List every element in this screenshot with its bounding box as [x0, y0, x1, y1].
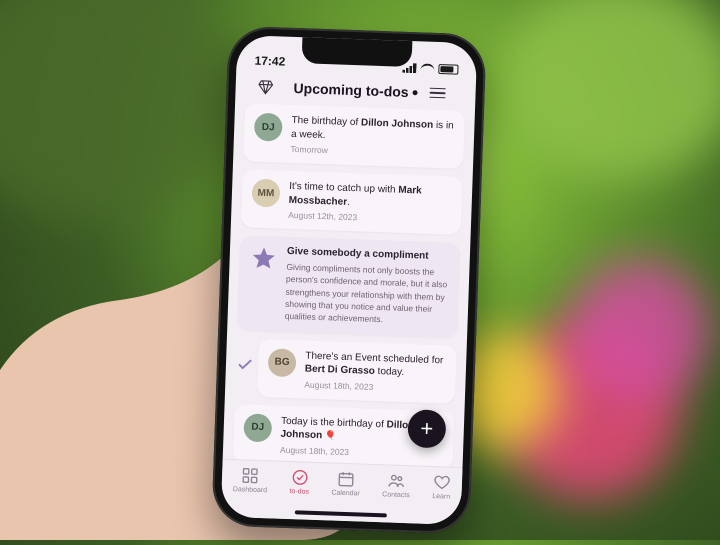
checkmark-icon[interactable]: [236, 355, 255, 379]
menu-icon[interactable]: [429, 87, 461, 99]
tab-contacts[interactable]: Contacts: [382, 471, 411, 499]
avatar: DJ: [243, 413, 272, 442]
plus-icon: +: [420, 416, 434, 442]
todo-card[interactable]: DJ The birthday of Dillon Johnson is in …: [243, 103, 465, 169]
tip-card[interactable]: Give somebody a compliment Giving compli…: [237, 235, 460, 337]
todo-card[interactable]: MM It's time to catch up with Mark Mossb…: [241, 169, 463, 235]
premium-icon[interactable]: [249, 77, 282, 96]
todo-date: Tomorrow: [290, 144, 453, 160]
tip-text: Giving compliments not only boosts the p…: [284, 261, 449, 328]
todo-date: August 12th, 2023: [288, 210, 451, 226]
todo-card[interactable]: BG There's an Event scheduled for Bert D…: [257, 338, 457, 403]
todo-text: It's time to catch up with Mark Mossbach…: [289, 180, 453, 213]
todo-text: The birthday of Dillon Johnson is in a w…: [291, 114, 455, 147]
title-indicator-dot: [413, 90, 418, 95]
cellular-icon: [402, 63, 416, 73]
contacts-icon: [387, 471, 406, 490]
tab-todos[interactable]: to-dos: [289, 468, 309, 496]
wifi-icon: [420, 63, 434, 73]
todo-date: August 18th, 2023: [280, 444, 443, 460]
avatar: BG: [268, 348, 297, 377]
avatar: DJ: [254, 113, 283, 142]
todo-text: There's an Event scheduled for Bert Di G…: [305, 349, 447, 381]
tip-title: Give somebody a compliment: [287, 246, 450, 263]
star-icon: [249, 245, 278, 274]
check-circle-icon: [290, 468, 309, 487]
calendar-icon: [337, 470, 356, 489]
battery-icon: [438, 64, 458, 75]
page-title: Upcoming to-dos: [293, 80, 418, 100]
tab-calendar[interactable]: Calendar: [331, 470, 360, 498]
device-notch: [302, 37, 413, 67]
avatar: MM: [252, 179, 281, 208]
status-time: 17:42: [254, 54, 285, 69]
heart-icon: [432, 473, 451, 492]
phone-mockup: 17:42 Upcoming to-dos DJ: [211, 26, 486, 535]
tab-dashboard[interactable]: Dashboard: [233, 466, 268, 494]
tab-learn[interactable]: Learn: [432, 473, 451, 501]
dashboard-icon: [241, 466, 260, 485]
todo-date: August 18th, 2023: [304, 379, 445, 394]
